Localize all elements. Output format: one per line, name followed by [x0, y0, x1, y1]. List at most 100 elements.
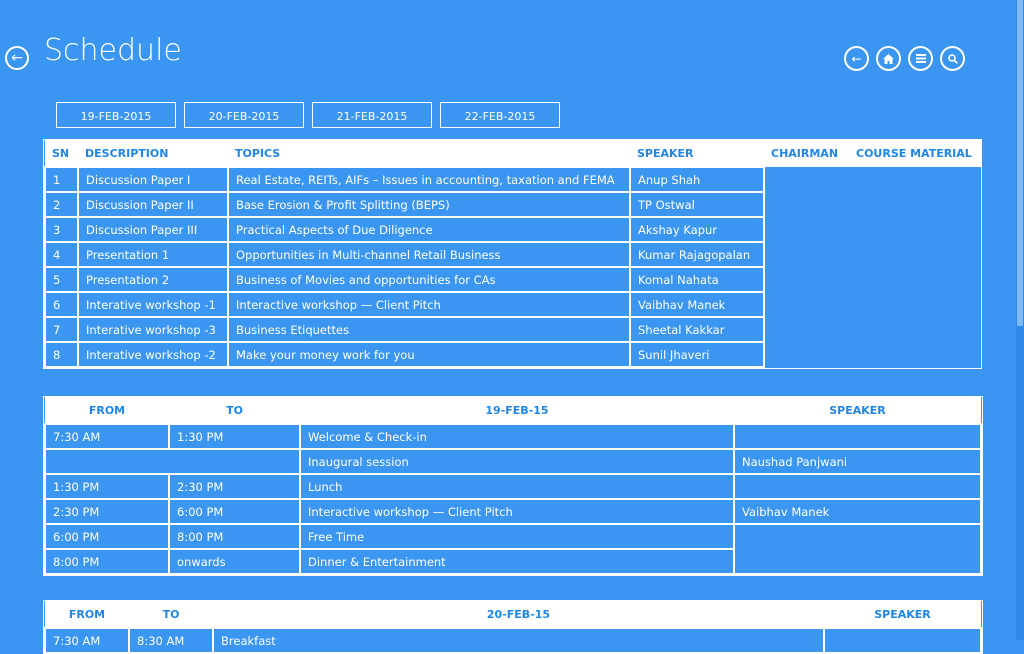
sn-cell: 3: [44, 216, 79, 243]
chairman-material-cell: [764, 167, 981, 367]
col-header-chairman: CHAIRMAN: [764, 140, 849, 167]
topic-cell: Opportunities in Multi-channel Retail Bu…: [227, 241, 631, 268]
col-header-sn: SN: [45, 140, 78, 167]
sn-cell: 4: [44, 241, 79, 268]
table-row: Inaugural session Naushad Panjwani: [44, 448, 982, 475]
menu-icon: [915, 54, 926, 63]
date-tab-2[interactable]: 20-FEB-2015: [184, 102, 304, 128]
col-header-topics: TOPICS: [228, 140, 630, 167]
home-icon: [883, 53, 894, 64]
col-header-from: FROM: [45, 397, 169, 424]
speaker-cell: Komal Nahata: [629, 266, 765, 293]
to-cell: 1:30 PM: [168, 423, 301, 450]
topic-cell: Make your money work for you: [227, 341, 631, 368]
col-header-from: FROM: [45, 601, 129, 628]
from-cell: 6:00 PM: [44, 523, 170, 550]
search-icon: [947, 53, 958, 64]
nav-search-button[interactable]: [940, 46, 965, 71]
description-cell: Interative workshop -3: [77, 316, 229, 343]
event-cell: Welcome & Check-in: [299, 423, 735, 450]
description-cell: Interative workshop -2: [77, 341, 229, 368]
scrollbar-thumb[interactable]: [1017, 0, 1023, 326]
date-tab-3[interactable]: 21-FEB-2015: [312, 102, 432, 128]
description-cell: Presentation 1: [77, 241, 229, 268]
event-cell: Dinner & Entertainment: [299, 548, 735, 575]
topic-cell: Real Estate, REITs, AIFs – Issues in acc…: [227, 166, 631, 193]
scrollbar[interactable]: [1016, 0, 1024, 640]
col-header-description: DESCRIPTION: [78, 140, 228, 167]
speaker-cell: Vaibhav Manek: [733, 498, 982, 525]
arrow-left-icon: ←: [851, 51, 862, 66]
to-cell: onwards: [168, 548, 301, 575]
to-cell: 8:30 AM: [128, 627, 214, 654]
from-cell: 1:30 PM: [44, 473, 170, 500]
description-cell: Discussion Paper I: [77, 166, 229, 193]
speaker-cell: Sunil Jhaveri: [629, 341, 765, 368]
speaker-cell: [733, 523, 982, 575]
description-cell: Interative workshop -1: [77, 291, 229, 318]
col-header-date: 20-FEB-15: [213, 601, 824, 628]
sn-cell: 2: [44, 191, 79, 218]
time-cell: [44, 448, 301, 475]
event-cell: Breakfast: [212, 627, 825, 654]
description-cell: Discussion Paper II: [77, 191, 229, 218]
event-cell: Lunch: [299, 473, 735, 500]
to-cell: 6:00 PM: [168, 498, 301, 525]
table-row: 1:30 PM 2:30 PM Lunch: [44, 473, 982, 500]
event-cell: Inaugural session: [299, 448, 735, 475]
speaker-cell: Naushad Panjwani: [733, 448, 982, 475]
nav-menu-button[interactable]: [908, 46, 933, 71]
speaker-cell: Vaibhav Manek: [629, 291, 765, 318]
date-tab-4[interactable]: 22-FEB-2015: [440, 102, 560, 128]
sn-cell: 6: [44, 291, 79, 318]
col-header-speaker: SPEAKER: [630, 140, 764, 167]
page-title: Schedule: [44, 33, 182, 68]
top-nav: ←: [844, 46, 965, 71]
from-cell: 8:00 PM: [44, 548, 170, 575]
col-header-to: TO: [129, 601, 213, 628]
sn-cell: 1: [44, 166, 79, 193]
event-cell: Free Time: [299, 523, 735, 550]
nav-back-button[interactable]: ←: [844, 46, 869, 71]
table-row: 7:30 AM 1:30 PM Welcome & Check-in: [44, 423, 982, 450]
topic-cell: Base Erosion & Profit Splitting (BEPS): [227, 191, 631, 218]
sn-cell: 7: [44, 316, 79, 343]
sn-cell: 8: [44, 341, 79, 368]
speaker-cell: Akshay Kapur: [629, 216, 765, 243]
from-cell: 7:30 AM: [44, 423, 170, 450]
col-header-to: TO: [169, 397, 300, 424]
date-tabs: 19-FEB-2015 20-FEB-2015 21-FEB-2015 22-F…: [56, 102, 560, 128]
speaker-cell: Kumar Rajagopalan: [629, 241, 765, 268]
back-button[interactable]: ←: [5, 46, 29, 70]
to-cell: 2:30 PM: [168, 473, 301, 500]
speaker-cell: TP Ostwal: [629, 191, 765, 218]
speaker-cell: [733, 473, 982, 500]
to-cell: 8:00 PM: [168, 523, 301, 550]
from-cell: 2:30 PM: [44, 498, 170, 525]
day1-schedule-table: FROM TO 19-FEB-15 SPEAKER 7:30 AM 1:30 P…: [43, 396, 983, 576]
col-header-speaker: SPEAKER: [734, 397, 981, 424]
topic-cell: Practical Aspects of Due Diligence: [227, 216, 631, 243]
col-header-speaker: SPEAKER: [824, 601, 981, 628]
event-cell: Interactive workshop — Client Pitch: [299, 498, 735, 525]
sn-cell: 5: [44, 266, 79, 293]
arrow-left-icon: ←: [11, 50, 23, 66]
table-row: 1 Discussion Paper I Real Estate, REITs,…: [44, 166, 981, 193]
topic-cell: Business Etiquettes: [227, 316, 631, 343]
topic-cell: Business of Movies and opportunities for…: [227, 266, 631, 293]
date-tab-1[interactable]: 19-FEB-2015: [56, 102, 176, 128]
topic-cell: Interactive workshop — Client Pitch: [227, 291, 631, 318]
description-cell: Presentation 2: [77, 266, 229, 293]
sessions-table: SN DESCRIPTION TOPICS SPEAKER CHAIRMAN C…: [43, 139, 982, 369]
nav-home-button[interactable]: [876, 46, 901, 71]
description-cell: Discussion Paper III: [77, 216, 229, 243]
speaker-cell: Anup Shah: [629, 166, 765, 193]
from-cell: 7:30 AM: [44, 627, 130, 654]
col-header-date: 19-FEB-15: [300, 397, 734, 424]
col-header-course-material: COURSE MATERIAL: [849, 140, 981, 167]
speaker-cell: [733, 423, 982, 450]
table-row: 6:00 PM 8:00 PM Free Time: [44, 523, 982, 575]
speaker-cell: [823, 627, 982, 654]
day2-schedule-table: FROM TO 20-FEB-15 SPEAKER 7:30 AM 8:30 A…: [43, 600, 983, 654]
table-row: 7:30 AM 8:30 AM Breakfast: [44, 627, 982, 654]
